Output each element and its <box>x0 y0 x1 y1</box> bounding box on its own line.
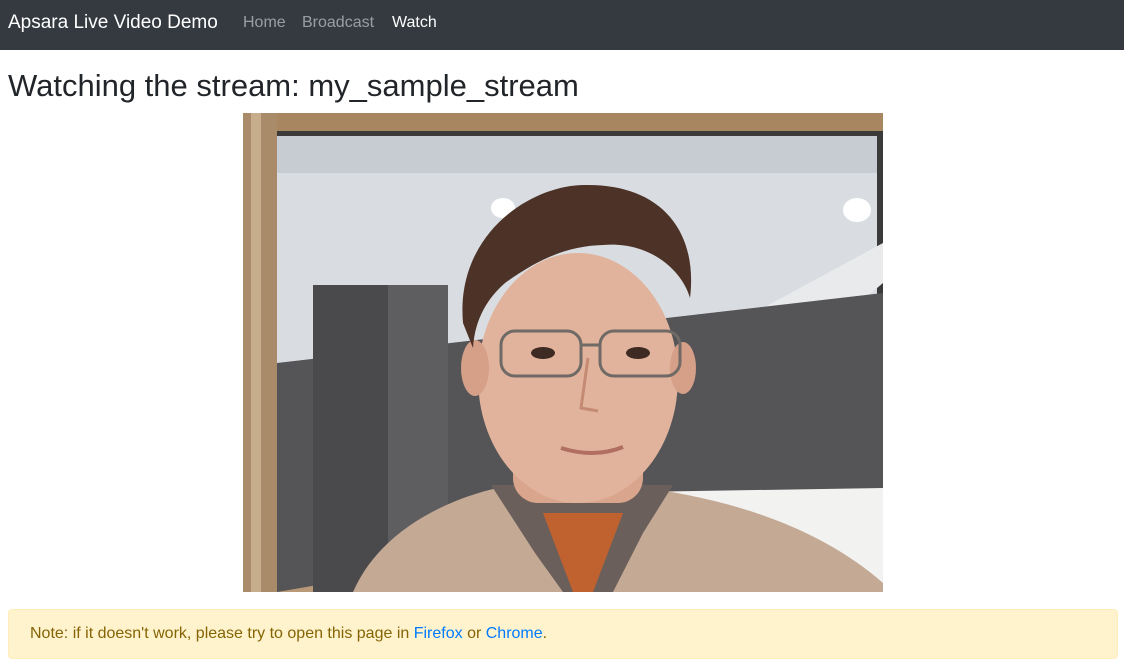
nav-link-home[interactable]: Home <box>243 13 286 33</box>
alert-text-suffix: . <box>542 625 548 642</box>
page-title: Watching the stream: my_sample_stream <box>8 68 579 103</box>
top-navbar: Apsara Live Video Demo Home Broadcast Wa… <box>0 0 1124 50</box>
video-player[interactable] <box>243 113 883 592</box>
firefox-link[interactable]: Firefox <box>414 625 463 642</box>
nav-link-broadcast[interactable]: Broadcast <box>302 13 374 33</box>
browser-note-alert: Note: if it doesn't work, please try to … <box>8 609 1118 659</box>
video-frame <box>243 113 883 592</box>
alert-text-prefix: Note: if it doesn't work, please try to … <box>30 625 414 642</box>
navbar-brand[interactable]: Apsara Live Video Demo <box>8 11 218 35</box>
nav-link-watch[interactable]: Watch <box>392 13 437 33</box>
alert-text-middle: or <box>462 625 486 642</box>
chrome-link[interactable]: Chrome <box>486 625 543 642</box>
